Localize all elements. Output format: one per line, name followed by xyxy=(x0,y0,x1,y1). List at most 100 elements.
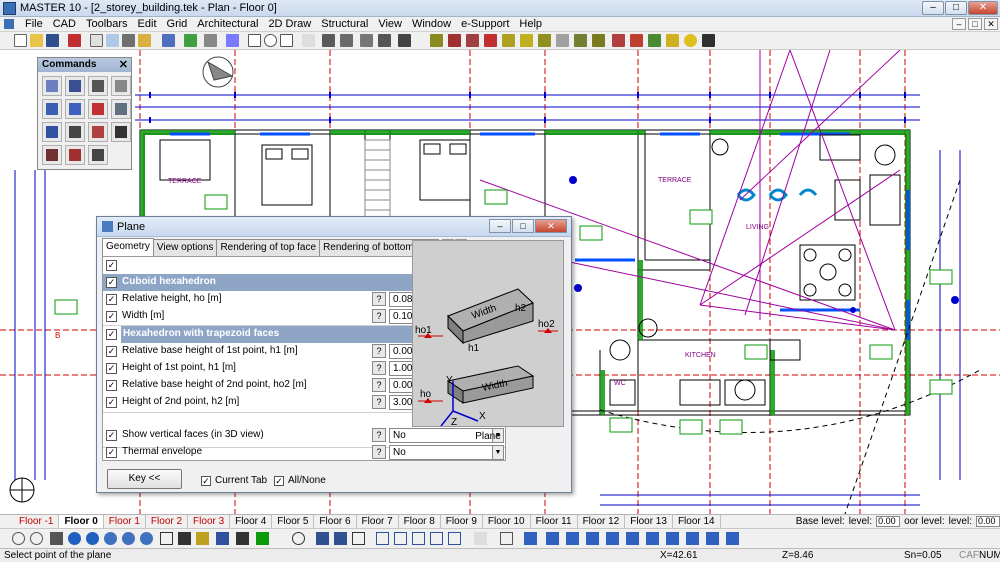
roof-icon[interactable] xyxy=(484,34,497,47)
menu-cad[interactable]: CAD xyxy=(48,18,81,31)
cmd-copy-button[interactable] xyxy=(111,99,131,119)
zoom-icon[interactable] xyxy=(378,34,391,47)
measure-icon[interactable] xyxy=(360,34,373,47)
zoom-all-icon[interactable] xyxy=(140,532,153,545)
zoom-out-icon[interactable] xyxy=(86,532,99,545)
elevation-icon[interactable] xyxy=(612,34,625,47)
chamfer-icon[interactable] xyxy=(706,532,719,545)
cmd-delete-button[interactable] xyxy=(42,122,62,142)
menu-e-support[interactable]: e-Support xyxy=(456,18,514,31)
thermal-envelope-select[interactable]: No xyxy=(389,445,493,460)
match-icon[interactable] xyxy=(334,532,347,545)
floor-tab[interactable]: Floor 1 xyxy=(104,515,146,528)
floor-tab[interactable]: Floor 10 xyxy=(483,515,531,528)
crosshair-icon[interactable] xyxy=(524,532,537,545)
arc-icon[interactable] xyxy=(280,34,293,47)
snap-icon[interactable] xyxy=(204,34,217,47)
floor-tab[interactable]: Floor 12 xyxy=(578,515,626,528)
cmd-brush-button[interactable] xyxy=(65,122,85,142)
floor-tab[interactable]: Floor 4 xyxy=(230,515,273,528)
tab-geometry[interactable]: Geometry xyxy=(102,238,154,256)
tab-rendering-top-face[interactable]: Rendering of top face xyxy=(216,239,321,256)
m-toggle-icon[interactable] xyxy=(412,532,425,545)
help-button[interactable]: ? xyxy=(372,309,386,323)
help-button[interactable]: ? xyxy=(372,378,386,392)
cmd-props-button[interactable] xyxy=(88,145,108,165)
circle-icon[interactable] xyxy=(264,34,277,47)
stairs-icon[interactable] xyxy=(502,34,515,47)
section-icon[interactable] xyxy=(648,34,661,47)
zoom-extents-icon[interactable] xyxy=(160,532,173,545)
settings-icon[interactable] xyxy=(702,34,715,47)
checkbox-box[interactable]: ✓ xyxy=(201,475,211,486)
doc-close-button[interactable]: ✕ xyxy=(984,18,998,30)
row-checkbox[interactable]: ✓ xyxy=(106,363,117,374)
furniture-icon[interactable] xyxy=(574,34,587,47)
x-toggle-icon[interactable] xyxy=(448,532,461,545)
snap-grid-icon[interactable] xyxy=(216,532,229,545)
cmd-tools-button[interactable] xyxy=(111,122,131,142)
hand-icon[interactable] xyxy=(474,532,487,545)
slab-icon[interactable] xyxy=(520,34,533,47)
row-checkbox[interactable]: ✓ xyxy=(106,447,117,458)
pan-icon[interactable] xyxy=(50,532,63,545)
cmd-slab-button[interactable] xyxy=(65,76,85,96)
help-button[interactable]: ? xyxy=(372,395,386,409)
mirror-icon[interactable] xyxy=(606,532,619,545)
extend-icon[interactable] xyxy=(666,532,679,545)
help-button[interactable]: ? xyxy=(372,361,386,375)
cut-icon[interactable] xyxy=(68,34,81,47)
floor-tab[interactable]: Floor 0 xyxy=(59,515,104,528)
menu-edit[interactable]: Edit xyxy=(133,18,162,31)
regen-icon[interactable] xyxy=(178,532,191,545)
dialog-minimize-button[interactable]: – xyxy=(489,219,511,233)
dropdown-button[interactable]: ▼ xyxy=(492,445,504,460)
floor-tab[interactable]: Floor 5 xyxy=(272,515,315,528)
floor-level-input[interactable]: 0.00 xyxy=(976,516,1000,527)
window-element-icon[interactable] xyxy=(466,34,479,47)
row-checkbox[interactable]: ✓ xyxy=(106,380,117,391)
floor-tab[interactable]: Floor 14 xyxy=(673,515,721,528)
minimize-button[interactable]: – xyxy=(922,1,944,15)
align-icon[interactable] xyxy=(566,532,579,545)
close-button[interactable]: ✕ xyxy=(968,1,998,15)
symbol-icon[interactable] xyxy=(592,34,605,47)
thermometer-icon[interactable] xyxy=(630,34,643,47)
tools-icon[interactable] xyxy=(398,34,411,47)
cmd-wall-button[interactable] xyxy=(88,76,108,96)
undo-icon[interactable] xyxy=(162,34,175,47)
cmd-pick3-button[interactable] xyxy=(65,145,85,165)
print-icon[interactable] xyxy=(122,34,135,47)
menu-help[interactable]: Help xyxy=(514,18,547,31)
menu-view[interactable]: View xyxy=(373,18,407,31)
cmd-move-button[interactable] xyxy=(42,99,62,119)
floor-tab[interactable]: Floor 11 xyxy=(531,515,578,528)
floor-tab[interactable]: Floor 6 xyxy=(314,515,357,528)
menu-file[interactable]: File xyxy=(20,18,48,31)
b-toggle-icon[interactable] xyxy=(394,532,407,545)
cmd-roof-button[interactable] xyxy=(111,76,131,96)
save-icon[interactable] xyxy=(46,34,59,47)
hatch-icon[interactable] xyxy=(340,34,353,47)
help-button[interactable]: ? xyxy=(372,445,386,459)
distribute-icon[interactable] xyxy=(586,532,599,545)
fillet-icon[interactable] xyxy=(686,532,699,545)
floor-tab[interactable]: Floor 8 xyxy=(399,515,441,528)
floor-tab[interactable]: Floor -1 xyxy=(14,515,60,528)
dimension-icon[interactable] xyxy=(322,34,335,47)
render-icon[interactable] xyxy=(666,34,679,47)
zoom-previous-icon[interactable] xyxy=(122,532,135,545)
commands-title-bar[interactable]: Commands ✕ xyxy=(38,58,131,72)
cmd-edit-button[interactable] xyxy=(88,99,108,119)
floor-tab[interactable]: Floor 3 xyxy=(188,515,231,528)
row-checkbox[interactable]: ✓ xyxy=(106,311,117,322)
paste-icon[interactable] xyxy=(106,34,119,47)
help-button[interactable]: ? xyxy=(372,344,386,358)
polar-icon[interactable] xyxy=(256,532,269,545)
grid-icon[interactable] xyxy=(226,34,239,47)
menu-window[interactable]: Window xyxy=(407,18,456,31)
properties-icon[interactable] xyxy=(316,532,329,545)
help-button[interactable]: ? xyxy=(372,428,386,442)
cmd-rotate-button[interactable] xyxy=(65,99,85,119)
dialog-close-button[interactable]: ✕ xyxy=(535,219,567,233)
